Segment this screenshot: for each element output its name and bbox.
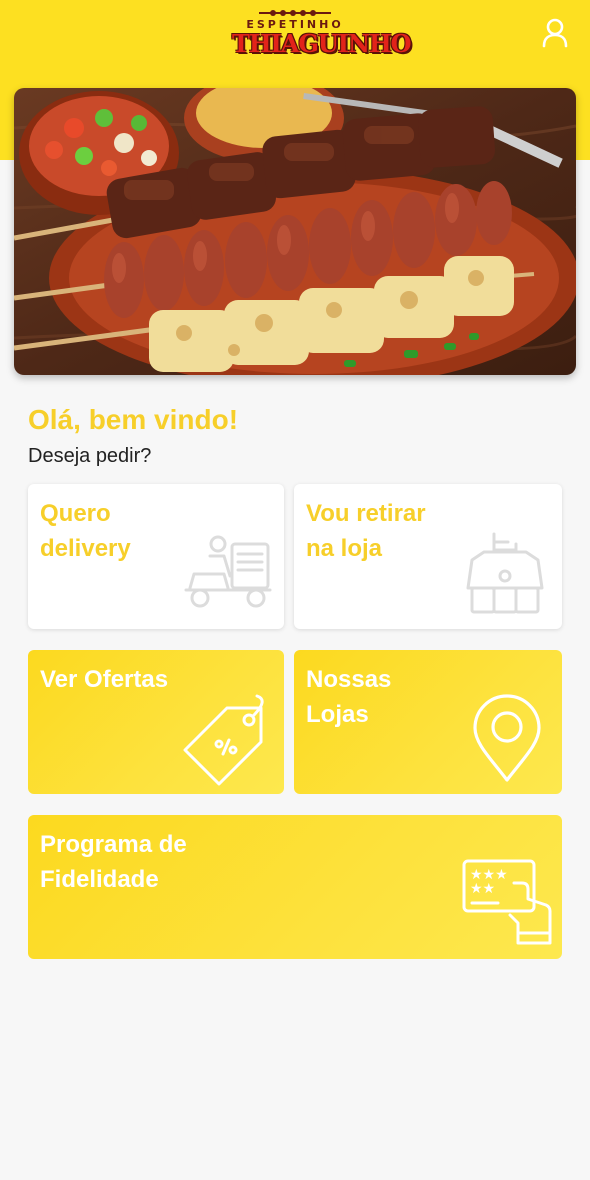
offers-card[interactable]: Ver Ofertas bbox=[28, 650, 284, 794]
hero-banner-image bbox=[14, 88, 576, 375]
svg-text:★★: ★★ bbox=[470, 881, 495, 897]
store-pickup-icon bbox=[466, 532, 544, 614]
user-profile-button[interactable] bbox=[538, 16, 572, 50]
delivery-card[interactable]: Quero delivery bbox=[28, 484, 284, 629]
loyalty-card-icon: ★★★ ★★ bbox=[462, 859, 552, 945]
brand-logo[interactable]: ESPETINHO THIAGUINHO bbox=[232, 8, 412, 64]
greeting-title: Olá, bem vindo! bbox=[28, 404, 239, 435]
loyalty-card-label: Programa de Fidelidade bbox=[40, 831, 187, 893]
stores-card-label: Nossas Lojas bbox=[306, 666, 392, 728]
pickup-card-label: Vou retirar na loja bbox=[306, 500, 426, 562]
user-icon bbox=[542, 18, 568, 48]
stores-card[interactable]: Nossas Lojas bbox=[294, 650, 562, 794]
grill-skewer-icon bbox=[259, 10, 331, 16]
discount-tag-icon bbox=[183, 694, 264, 786]
delivery-scooter-icon bbox=[184, 535, 272, 608]
pickup-card[interactable]: Vou retirar na loja bbox=[294, 484, 562, 629]
logo-main-text: THIAGUINHO bbox=[232, 29, 412, 58]
delivery-card-label: Quero delivery bbox=[40, 500, 131, 562]
offers-card-label: Ver Ofertas bbox=[40, 666, 169, 693]
greeting-subtitle: Deseja pedir? bbox=[28, 445, 152, 467]
map-pin-icon bbox=[473, 694, 541, 782]
loyalty-card[interactable]: Programa de Fidelidade ★★★ ★★ bbox=[28, 815, 562, 959]
